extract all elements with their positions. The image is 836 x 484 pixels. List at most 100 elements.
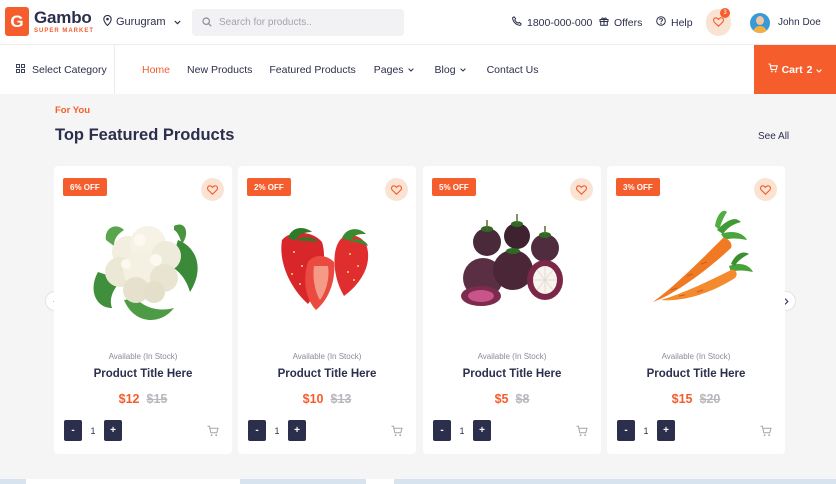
map-pin-icon <box>103 14 112 29</box>
quantity-value: 1 <box>643 425 649 436</box>
price-group: $12 $15 <box>54 392 232 406</box>
nav-divider <box>114 45 115 94</box>
nav-item-new-products[interactable]: New Products <box>187 64 252 76</box>
chevron-down-icon <box>459 68 466 72</box>
add-to-cart-button[interactable] <box>760 424 772 442</box>
quantity-stepper: - 1 + <box>64 420 122 441</box>
quantity-stepper: - 1 + <box>433 420 491 441</box>
add-to-cart-button[interactable] <box>391 424 403 442</box>
nav-item-contact-us[interactable]: Contact Us <box>487 64 539 76</box>
nav-item-home[interactable]: Home <box>142 64 170 76</box>
price-group: $15 $20 <box>607 392 785 406</box>
discount-badge: 5% OFF <box>432 178 476 196</box>
select-category-button[interactable]: Select Category <box>16 64 107 76</box>
product-card[interactable]: 6% OFF Available (In Stock) Product Titl… <box>54 166 232 454</box>
nav-item-label: Contact Us <box>486 64 539 76</box>
add-to-wishlist-button[interactable] <box>201 178 224 201</box>
product-title[interactable]: Product Title Here <box>607 368 785 380</box>
user-menu[interactable]: John Doe <box>750 9 821 36</box>
product-card[interactable]: 5% OFF Available (In Stock) Product Titl… <box>423 166 601 454</box>
strawberries-image[interactable] <box>262 200 392 330</box>
heart-icon <box>207 184 218 195</box>
nav-item-label: Featured Products <box>269 64 356 76</box>
cart-icon <box>207 425 219 437</box>
heart-icon <box>576 184 587 195</box>
decrease-qty-button[interactable]: - <box>433 420 451 441</box>
quantity-stepper: - 1 + <box>617 420 675 441</box>
cart-label: Cart <box>781 63 803 76</box>
see-all-link[interactable]: See All <box>758 131 789 142</box>
gift-icon <box>599 16 609 29</box>
cart-button[interactable]: Cart 2 <box>754 45 836 94</box>
search-icon[interactable] <box>202 14 212 32</box>
offers-link[interactable]: Offers <box>599 16 642 29</box>
help-link[interactable]: Help <box>656 16 693 29</box>
location-label: Gurugram <box>116 16 166 28</box>
add-to-wishlist-button[interactable] <box>385 178 408 201</box>
mangosteen-image[interactable] <box>447 200 577 330</box>
user-name: John Doe <box>778 17 821 28</box>
quantity-value: 1 <box>274 425 280 436</box>
product-title[interactable]: Product Title Here <box>54 368 232 380</box>
availability-text: Available (In Stock) <box>292 352 362 361</box>
cart-icon <box>760 425 772 437</box>
search-bar <box>192 9 404 36</box>
location-selector[interactable]: Gurugram <box>103 14 181 29</box>
decrease-qty-button[interactable]: - <box>64 420 82 441</box>
grid-icon <box>16 64 25 76</box>
quantity-value: 1 <box>90 425 96 436</box>
avatar <box>750 12 770 33</box>
chevron-down-icon <box>407 68 414 72</box>
add-to-cart-button[interactable] <box>576 424 588 442</box>
help-label: Help <box>671 16 693 29</box>
increase-qty-button[interactable]: + <box>473 420 491 441</box>
increase-qty-button[interactable]: + <box>657 420 675 441</box>
heart-icon <box>760 184 771 195</box>
increase-qty-button[interactable]: + <box>104 420 122 441</box>
product-card[interactable]: 2% OFF Available (In Stock) Product Titl… <box>238 166 416 454</box>
carrots-image[interactable] <box>631 200 761 330</box>
old-price: $15 <box>146 392 168 406</box>
nav-item-label: Home <box>142 64 171 76</box>
product-title[interactable]: Product Title Here <box>423 368 601 380</box>
availability-text: Available (In Stock) <box>108 352 178 361</box>
increase-qty-button[interactable]: + <box>288 420 306 441</box>
help-icon <box>656 16 666 29</box>
primary-nav: Home New Products Featured Products Page… <box>142 64 539 76</box>
old-price: $20 <box>699 392 721 406</box>
brand-name: Gambo <box>34 8 92 27</box>
add-to-cart-button[interactable] <box>207 424 219 442</box>
nav-item-label: Blog <box>434 64 456 76</box>
cart-icon <box>576 425 588 437</box>
cart-count: 2 <box>806 63 813 76</box>
cart-icon <box>391 425 403 437</box>
discount-badge: 3% OFF <box>616 178 660 196</box>
phone-link[interactable]: 1800-000-000 <box>512 16 592 29</box>
add-to-wishlist-button[interactable] <box>754 178 777 201</box>
section-eyebrow: For You <box>55 105 91 116</box>
price: $5 <box>494 392 509 406</box>
product-card[interactable]: 3% OFF Available (In Stock) Product Titl… <box>607 166 785 454</box>
nav-item-label: New Products <box>187 64 253 76</box>
select-category-label: Select Category <box>32 64 107 76</box>
brand-logo[interactable]: G Gambo SUPER MARKET <box>5 7 94 36</box>
nav-item-featured-products[interactable]: Featured Products <box>269 64 355 76</box>
nav-item-blog[interactable]: Blog <box>435 64 466 76</box>
product-title[interactable]: Product Title Here <box>238 368 416 380</box>
banner-panel <box>366 479 394 484</box>
section-title: Top Featured Products <box>55 126 235 144</box>
nav-item-label: Pages <box>373 64 404 76</box>
search-input[interactable] <box>219 17 394 28</box>
cauliflower-image[interactable] <box>78 200 208 330</box>
availability-text: Available (In Stock) <box>477 352 547 361</box>
nav-item-pages[interactable]: Pages <box>374 64 414 76</box>
main-nav-bar: Select Category Home New Products Featur… <box>0 45 836 94</box>
phone-number: 1800-000-000 <box>527 16 593 29</box>
add-to-wishlist-button[interactable] <box>570 178 593 201</box>
discount-badge: 2% OFF <box>247 178 291 196</box>
price-group: $10 $13 <box>238 392 416 406</box>
decrease-qty-button[interactable]: - <box>617 420 635 441</box>
decrease-qty-button[interactable]: - <box>248 420 266 441</box>
chevron-down-icon <box>173 16 181 28</box>
offers-label: Offers <box>614 16 643 29</box>
